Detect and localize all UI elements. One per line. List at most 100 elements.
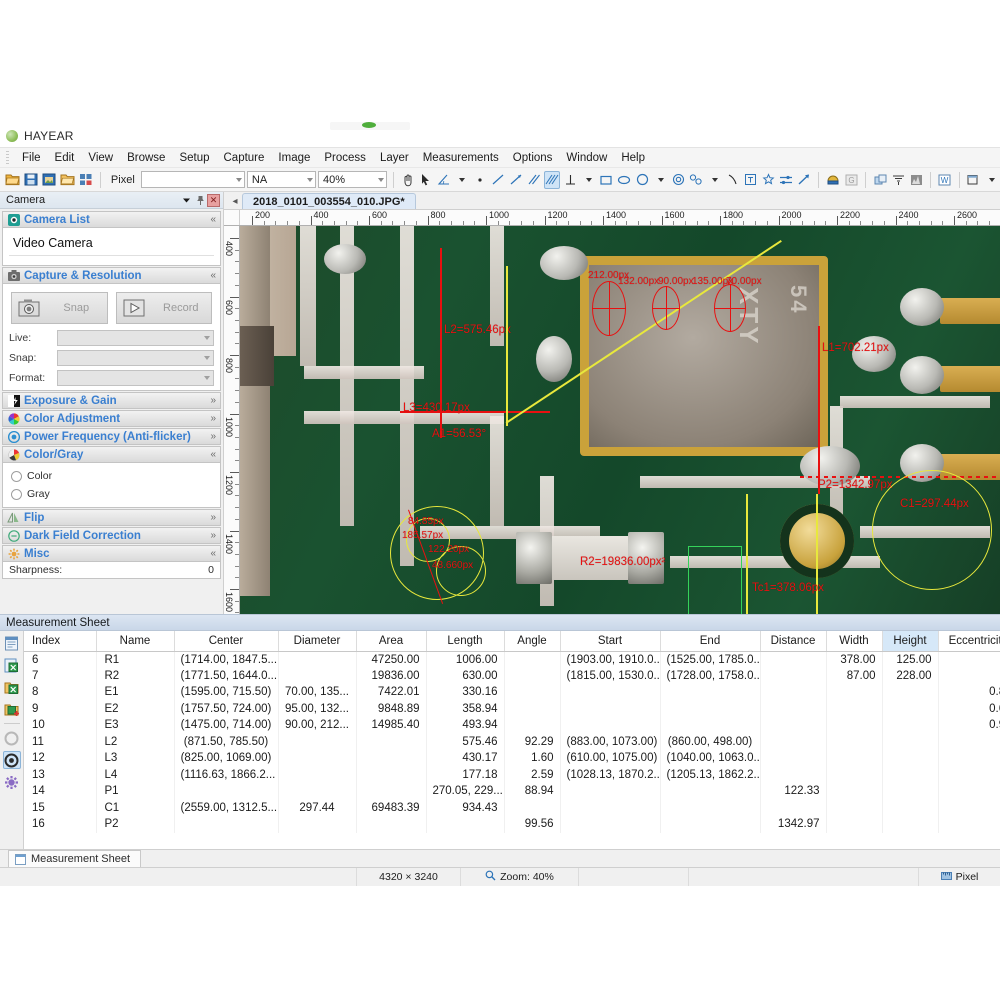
close-icon[interactable]: ✕ [207,194,220,207]
polygon-chain-tool[interactable] [688,171,704,189]
column-header-area[interactable]: Area [356,631,426,651]
group-color-adjustment-header[interactable]: Color Adjustment » [2,410,221,427]
menu-item-setup[interactable]: Setup [172,150,216,166]
group-camera-list-header[interactable]: Camera List « [2,211,221,228]
point-tool[interactable] [472,171,488,189]
thumbnails-icon[interactable] [78,171,94,189]
tab-scroll-left-icon[interactable]: ◂ [228,196,242,209]
group-exposure-gain-header[interactable]: Exposure & Gain » [2,392,221,409]
group-color-gray-header[interactable]: Color/Gray « [2,446,221,463]
menu-item-help[interactable]: Help [614,150,652,166]
line-tool[interactable] [490,171,506,189]
group-dark-field-header[interactable]: Dark Field Correction » [2,527,221,544]
chevron-up-icon[interactable]: « [210,214,216,225]
rectangle-tool[interactable] [598,171,614,189]
ring-selected-icon[interactable] [3,751,21,769]
column-header-width[interactable]: Width [826,631,882,651]
ring-unselected-icon[interactable] [3,729,21,747]
table-row[interactable]: 11L2(871.50, 785.50)575.4692.29(883.00, … [24,734,1000,751]
append-excel-icon[interactable] [3,700,21,718]
group-power-frequency-header[interactable]: Power Frequency (Anti-flicker) » [2,428,221,445]
angle-tool[interactable] [436,171,452,189]
histogram-icon[interactable] [908,171,924,189]
layer-add-icon[interactable] [872,171,888,189]
menu-item-layer[interactable]: Layer [373,150,416,166]
grid-overlay-icon[interactable]: G [843,171,859,189]
chevron-up-icon[interactable]: « [210,548,216,559]
annulus-tool[interactable] [670,171,686,189]
chevron-down-icon[interactable]: » [210,395,216,406]
polygon-dropdown[interactable] [706,171,722,189]
menu-item-capture[interactable]: Capture [217,150,272,166]
menu-item-browse[interactable]: Browse [120,150,172,166]
table-row[interactable]: 14P1270.05, 229...88.94122.33 [24,783,1000,800]
snap-button[interactable]: Snap [11,292,108,324]
pan-hand-tool[interactable] [400,171,416,189]
open-folder-icon[interactable] [4,171,21,189]
table-row[interactable]: 12L3(825.00, 1069.00)430.171.60(610.00, … [24,750,1000,767]
column-header-distance[interactable]: Distance [760,631,826,651]
bottom-tab-measurement-sheet[interactable]: Measurement Sheet [8,850,141,867]
parallel-lines-tool[interactable] [526,171,542,189]
chevron-down-icon[interactable]: » [210,413,216,424]
menu-item-options[interactable]: Options [506,150,560,166]
menu-item-window[interactable]: Window [559,150,614,166]
measure-palette-icon[interactable] [825,171,841,189]
circle-tool[interactable] [634,171,650,189]
document-tab-active[interactable]: 2018_0101_003554_010.JPG* [242,193,416,209]
menu-item-file[interactable]: File [15,150,48,166]
perpendicular-dropdown[interactable] [580,171,596,189]
menu-item-measurements[interactable]: Measurements [416,150,506,166]
chevron-down-icon[interactable] [179,193,193,207]
group-misc-header[interactable]: Misc « [2,545,221,562]
arc-tool[interactable] [724,171,740,189]
select-arrow-tool[interactable] [418,171,434,189]
table-row[interactable]: 16P299.561342.97 [24,816,1000,833]
camera-list-item-video-camera[interactable]: Video Camera [9,232,214,256]
group-capture-resolution-header[interactable]: Capture & Resolution « [2,267,221,284]
column-header-diameter[interactable]: Diameter [278,631,356,651]
measurement-grid[interactable]: Index Name Center Diameter Area Length A… [24,631,1000,849]
menu-item-view[interactable]: View [81,150,120,166]
text-tool[interactable] [742,171,758,189]
table-row[interactable]: 15C1(2559.00, 1312.5...297.4469483.39934… [24,800,1000,817]
arrow-annotation-tool[interactable] [796,171,812,189]
unit-combo[interactable] [141,171,245,188]
pin-icon[interactable] [193,193,207,207]
record-button[interactable]: Record [116,292,213,324]
table-row[interactable]: 7R2(1771.50, 1644.0...19836.00630.00(181… [24,668,1000,685]
chevron-down-icon[interactable]: » [210,431,216,442]
arrow-line-tool[interactable] [508,171,524,189]
column-header-name[interactable]: Name [96,631,174,651]
status-unit-cell[interactable]: Pixel [918,868,1000,886]
field-snap-combo[interactable] [57,350,214,366]
chevron-up-icon[interactable]: « [210,270,216,281]
open-recent-icon[interactable] [59,171,76,189]
chevron-down-icon[interactable]: » [210,512,216,523]
column-header-end[interactable]: End [660,631,760,651]
settings-gear-icon[interactable] [3,773,21,791]
menu-drag-grip[interactable] [6,151,9,164]
table-row[interactable]: 13L4(1116.63, 1866.2...177.182.59(1028.1… [24,767,1000,784]
overflow-dropdown[interactable] [984,171,1000,189]
calibration-combo[interactable]: NA [247,171,316,188]
table-row[interactable]: 9E2(1757.50, 724.00)95.00, 132...9848.89… [24,701,1000,718]
image-canvas[interactable]: XTY 54 [240,226,1000,614]
chevron-down-icon[interactable]: » [210,530,216,541]
column-header-length[interactable]: Length [426,631,504,651]
menu-item-image[interactable]: Image [271,150,317,166]
status-zoom-cell[interactable]: Zoom: 40% [460,868,578,886]
column-header-start[interactable]: Start [560,631,660,651]
table-row[interactable]: 10E3(1475.00, 714.00)90.00, 212...14985.… [24,717,1000,734]
save-icon[interactable] [23,171,39,189]
group-flip-header[interactable]: Flip » [2,509,221,526]
scale-bar-tool[interactable] [778,171,794,189]
align-icon[interactable] [890,171,906,189]
column-header-height[interactable]: Height [882,631,938,651]
field-live-combo[interactable] [57,330,214,346]
column-header-index[interactable]: Index [24,631,96,651]
chevron-up-icon[interactable]: « [210,449,216,460]
table-row[interactable]: 6R1(1714.00, 1847.5...47250.001006.00(19… [24,651,1000,668]
angle-dropdown[interactable] [454,171,470,189]
save-as-image-icon[interactable] [41,171,57,189]
